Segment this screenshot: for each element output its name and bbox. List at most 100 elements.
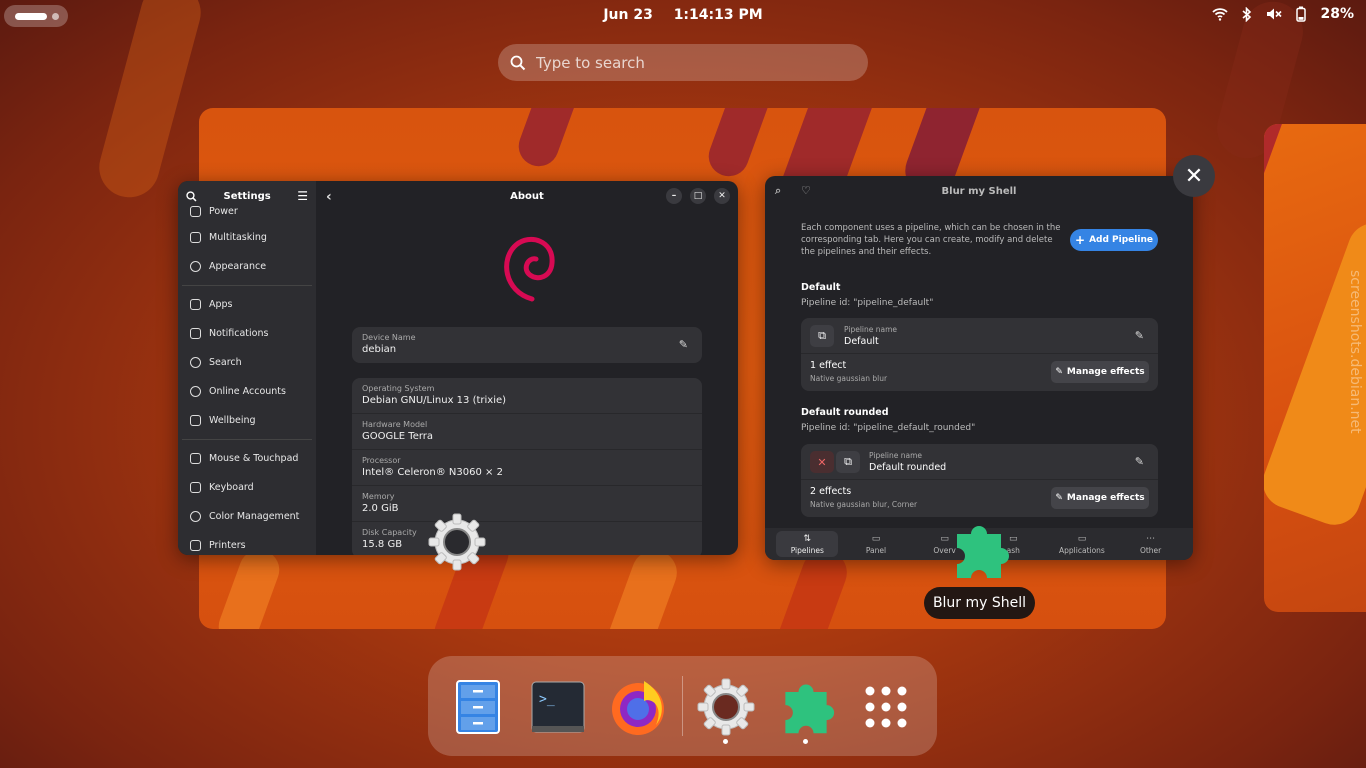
manage-effects-button[interactable]: ✎ Manage effects	[1051, 487, 1149, 509]
manage-effects-label: Manage effects	[1066, 493, 1145, 503]
tab-label: Applications	[1059, 546, 1105, 555]
tab-label: Panel	[865, 546, 887, 555]
dock-terminal[interactable]: >_	[528, 676, 588, 738]
sidebar-item-online-accounts[interactable]: Online Accounts	[178, 377, 316, 406]
search-icon[interactable]: ⌕	[775, 184, 781, 198]
hamburger-menu-icon[interactable]: ☰	[297, 189, 308, 203]
pipeline-card-default: ⧉ Pipeline name Default ✎ 1 effect Nativ…	[801, 318, 1158, 391]
sidebar-item-label: Multitasking	[209, 232, 267, 243]
sidebar-item-appearance[interactable]: Appearance	[178, 252, 316, 281]
effects-list: Native gaussian blur, Corner	[810, 500, 918, 509]
add-pipeline-button[interactable]: + Add Pipeline	[1070, 229, 1158, 251]
keyboard-icon	[190, 482, 201, 493]
more-icon: ⋯	[1146, 534, 1156, 544]
pencil-icon[interactable]: ✎	[679, 338, 688, 351]
pencil-icon[interactable]: ✎	[1135, 329, 1144, 342]
search-icon	[510, 55, 526, 70]
sidebar-item-keyboard[interactable]: Keyboard	[178, 473, 316, 502]
tab-pipelines[interactable]: ⇅ Pipelines	[776, 531, 839, 557]
clock-time: 1:14:13 PM	[673, 7, 763, 23]
delete-icon[interactable]: ✕	[810, 451, 834, 473]
settings-gear-icon	[428, 513, 486, 571]
page-title: About	[510, 190, 544, 202]
sidebar-item-printers[interactable]: Printers	[178, 531, 316, 555]
sidebar-item-color-management[interactable]: Color Management	[178, 502, 316, 531]
pipeline-name-value: Default rounded	[869, 462, 947, 473]
dock-firefox[interactable]	[608, 676, 668, 738]
back-arrow-icon[interactable]: ‹	[326, 189, 332, 205]
app-grid-icon	[865, 686, 907, 728]
terminal-icon: >_	[531, 681, 585, 733]
multitasking-icon	[190, 232, 201, 243]
svg-text:>_: >_	[539, 692, 555, 707]
dock-files[interactable]	[448, 676, 508, 738]
device-name-row[interactable]: Device Name debian ✎	[352, 327, 702, 363]
info-label: Operating System	[362, 384, 435, 393]
sidebar-item-label: Wellbeing	[209, 415, 256, 426]
volume-muted-icon	[1267, 8, 1283, 20]
tab-panel[interactable]: ▭ Panel	[845, 531, 907, 557]
settings-window[interactable]: Settings ☰ Power Multitasking Appearance…	[178, 181, 738, 555]
search-input[interactable]	[536, 53, 836, 72]
effects-count: 1 effect	[810, 360, 847, 371]
search-icon[interactable]	[186, 190, 197, 202]
sidebar-item-label: Appearance	[209, 261, 267, 272]
info-value: 15.8 GB	[362, 539, 403, 550]
sidebar-item-power[interactable]: Power	[178, 199, 316, 223]
extensions-puzzle-icon	[785, 684, 835, 734]
pipeline-name-row[interactable]: ⧉ Pipeline name Default ✎	[801, 318, 1158, 354]
search-bar[interactable]	[498, 44, 868, 81]
duplicate-icon[interactable]: ⧉	[836, 451, 860, 473]
sidebar-item-mouse-touchpad[interactable]: Mouse & Touchpad	[178, 444, 316, 473]
device-name-card[interactable]: Device Name debian ✎	[352, 327, 702, 363]
info-value: Debian GNU/Linux 13 (trixie)	[362, 395, 507, 406]
clock[interactable]: Jun 23 1:14:13 PM	[0, 7, 1366, 23]
bell-icon	[190, 328, 201, 339]
pipeline-title: Default rounded	[801, 407, 889, 418]
manage-effects-label: Manage effects	[1066, 367, 1145, 377]
system-tray[interactable]: 28%	[1212, 6, 1354, 22]
settings-main-pane: ‹ About – □ ✕ Device Name debian ✎ Opera…	[316, 181, 738, 555]
heart-icon[interactable]: ♡	[801, 184, 811, 197]
applications-icon: ▭	[1077, 534, 1087, 544]
wifi-icon	[1212, 8, 1229, 21]
wallpaper-stripe	[513, 108, 585, 172]
plus-icon: +	[1075, 233, 1086, 247]
info-row-hardware: Hardware Model GOOGLE Terra	[352, 414, 702, 450]
tab-other[interactable]: ⋯ Other	[1120, 531, 1182, 557]
sidebar-item-notifications[interactable]: Notifications	[178, 319, 316, 348]
info-row-disk: Disk Capacity 15.8 GB	[352, 522, 702, 555]
main-header: ‹ About – □ ✕	[316, 181, 738, 211]
tab-applications[interactable]: ▭ Applications	[1051, 531, 1113, 557]
wallpaper-stripe	[213, 544, 285, 629]
pipeline-name-row[interactable]: ✕ ⧉ Pipeline name Default rounded ✎	[801, 444, 1158, 480]
minimize-button[interactable]: –	[666, 188, 682, 204]
duplicate-icon[interactable]: ⧉	[810, 325, 834, 347]
blur-my-shell-window[interactable]: ⌕ ♡ Blur my Shell Each component uses a …	[765, 176, 1193, 560]
pipeline-title: Default	[801, 282, 841, 293]
pencil-icon[interactable]: ✎	[1135, 455, 1144, 468]
apps-icon	[190, 299, 201, 310]
wellbeing-icon	[190, 415, 201, 426]
sidebar-item-multitasking[interactable]: Multitasking	[178, 223, 316, 252]
info-value: Intel® Celeron® N3060 × 2	[362, 467, 503, 478]
dock-show-apps[interactable]	[856, 676, 916, 738]
top-bar: Jun 23 1:14:13 PM 28%	[0, 0, 1366, 32]
pipeline-id: Pipeline id: "pipeline_default"	[801, 298, 934, 308]
dock-extensions[interactable]	[776, 676, 836, 744]
window-tooltip: Blur my Shell	[924, 587, 1035, 619]
close-button[interactable]: ✕	[714, 188, 730, 204]
manage-effects-button[interactable]: ✎ Manage effects	[1051, 361, 1149, 383]
sidebar-item-apps[interactable]: Apps	[178, 290, 316, 319]
intro-text: Each component uses a pipeline, which ca…	[801, 223, 1061, 257]
dock-settings[interactable]	[696, 676, 756, 744]
pipeline-name-label: Pipeline name	[869, 451, 923, 460]
info-label: Hardware Model	[362, 420, 428, 429]
settings-gear-icon	[697, 678, 755, 736]
dock-separator	[682, 676, 683, 736]
blur-header: ⌕ ♡ Blur my Shell	[765, 176, 1193, 206]
maximize-button[interactable]: □	[690, 188, 706, 204]
close-window-button[interactable]: ✕	[1173, 155, 1215, 197]
sidebar-item-search[interactable]: Search	[178, 348, 316, 377]
sidebar-item-wellbeing[interactable]: Wellbeing	[178, 406, 316, 435]
